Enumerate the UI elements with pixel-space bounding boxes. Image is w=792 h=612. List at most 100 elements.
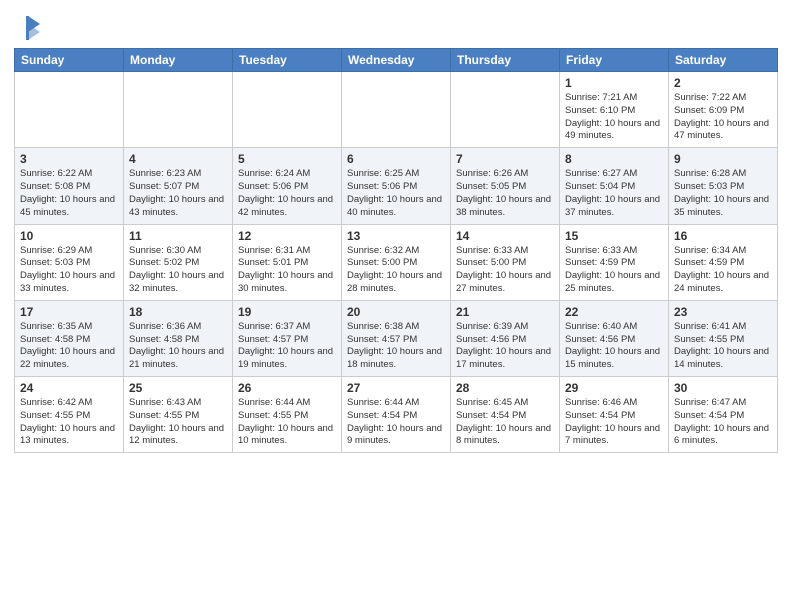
day-info: Sunrise: 6:45 AM Sunset: 4:54 PM Dayligh… — [456, 397, 554, 448]
day-number: 22 — [565, 305, 663, 319]
calendar-cell: 15 Sunrise: 6:33 AM Sunset: 4:59 PM Dayli… — [560, 224, 669, 300]
day-number: 29 — [565, 381, 663, 395]
calendar-week-row: 1 Sunrise: 7:21 AM Sunset: 6:10 PM Daylig… — [15, 72, 778, 148]
day-number: 5 — [238, 152, 336, 166]
day-info: Sunrise: 6:34 AM Sunset: 4:59 PM Dayligh… — [674, 245, 772, 296]
calendar-cell: 9 Sunrise: 6:28 AM Sunset: 5:03 PM Daylig… — [669, 148, 778, 224]
calendar-cell: 1 Sunrise: 7:21 AM Sunset: 6:10 PM Daylig… — [560, 72, 669, 148]
day-number: 13 — [347, 229, 445, 243]
day-number: 14 — [456, 229, 554, 243]
calendar-cell: 7 Sunrise: 6:26 AM Sunset: 5:05 PM Daylig… — [451, 148, 560, 224]
day-info: Sunrise: 6:39 AM Sunset: 4:56 PM Dayligh… — [456, 321, 554, 372]
day-number: 30 — [674, 381, 772, 395]
day-number: 20 — [347, 305, 445, 319]
calendar-cell: 23 Sunrise: 6:41 AM Sunset: 4:55 PM Dayli… — [669, 300, 778, 376]
calendar-cell: 13 Sunrise: 6:32 AM Sunset: 5:00 PM Dayli… — [342, 224, 451, 300]
calendar-cell: 21 Sunrise: 6:39 AM Sunset: 4:56 PM Dayli… — [451, 300, 560, 376]
calendar-cell: 11 Sunrise: 6:30 AM Sunset: 5:02 PM Dayli… — [124, 224, 233, 300]
day-number: 21 — [456, 305, 554, 319]
day-info: Sunrise: 6:44 AM Sunset: 4:55 PM Dayligh… — [238, 397, 336, 448]
calendar-cell — [15, 72, 124, 148]
day-info: Sunrise: 6:41 AM Sunset: 4:55 PM Dayligh… — [674, 321, 772, 372]
calendar-cell — [124, 72, 233, 148]
day-number: 10 — [20, 229, 118, 243]
day-number: 9 — [674, 152, 772, 166]
day-info: Sunrise: 6:30 AM Sunset: 5:02 PM Dayligh… — [129, 245, 227, 296]
calendar-cell: 5 Sunrise: 6:24 AM Sunset: 5:06 PM Daylig… — [233, 148, 342, 224]
day-number: 17 — [20, 305, 118, 319]
day-info: Sunrise: 6:33 AM Sunset: 5:00 PM Dayligh… — [456, 245, 554, 296]
calendar-cell: 22Sunrise: 6:40 AM Sunset: 4:56 PM Dayli… — [560, 300, 669, 376]
day-of-week-header: Sunday — [15, 49, 124, 72]
day-info: Sunrise: 6:38 AM Sunset: 4:57 PM Dayligh… — [347, 321, 445, 372]
day-number: 23 — [674, 305, 772, 319]
calendar-cell: 12Sunrise: 6:31 AM Sunset: 5:01 PM Dayli… — [233, 224, 342, 300]
day-of-week-header: Wednesday — [342, 49, 451, 72]
day-number: 24 — [20, 381, 118, 395]
day-info: Sunrise: 7:21 AM Sunset: 6:10 PM Dayligh… — [565, 92, 663, 143]
day-number: 15 — [565, 229, 663, 243]
calendar-cell: 3 Sunrise: 6:22 AM Sunset: 5:08 PM Daylig… — [15, 148, 124, 224]
calendar-header-row: SundayMondayTuesdayWednesdayThursdayFrid… — [15, 49, 778, 72]
day-number: 6 — [347, 152, 445, 166]
day-info: Sunrise: 6:47 AM Sunset: 4:54 PM Dayligh… — [674, 397, 772, 448]
day-number: 18 — [129, 305, 227, 319]
day-info: Sunrise: 6:27 AM Sunset: 5:04 PM Dayligh… — [565, 168, 663, 219]
day-number: 4 — [129, 152, 227, 166]
header — [14, 10, 778, 42]
day-info: Sunrise: 6:42 AM Sunset: 4:55 PM Dayligh… — [20, 397, 118, 448]
day-info: Sunrise: 6:29 AM Sunset: 5:03 PM Dayligh… — [20, 245, 118, 296]
day-info: Sunrise: 6:35 AM Sunset: 4:58 PM Dayligh… — [20, 321, 118, 372]
calendar-cell: 30 Sunrise: 6:47 AM Sunset: 4:54 PM Dayli… — [669, 377, 778, 453]
day-number: 1 — [565, 76, 663, 90]
day-info: Sunrise: 6:46 AM Sunset: 4:54 PM Dayligh… — [565, 397, 663, 448]
day-info: Sunrise: 7:22 AM Sunset: 6:09 PM Dayligh… — [674, 92, 772, 143]
day-info: Sunrise: 6:22 AM Sunset: 5:08 PM Dayligh… — [20, 168, 118, 219]
day-of-week-header: Monday — [124, 49, 233, 72]
day-number: 3 — [20, 152, 118, 166]
day-number: 11 — [129, 229, 227, 243]
calendar-cell: 28 Sunrise: 6:45 AM Sunset: 4:54 PM Dayli… — [451, 377, 560, 453]
calendar-week-row: 24 Sunrise: 6:42 AM Sunset: 4:55 PM Dayli… — [15, 377, 778, 453]
day-info: Sunrise: 6:32 AM Sunset: 5:00 PM Dayligh… — [347, 245, 445, 296]
day-of-week-header: Friday — [560, 49, 669, 72]
day-number: 16 — [674, 229, 772, 243]
calendar-cell: 6 Sunrise: 6:25 AM Sunset: 5:06 PM Daylig… — [342, 148, 451, 224]
calendar-cell: 18 Sunrise: 6:36 AM Sunset: 4:58 PM Dayli… — [124, 300, 233, 376]
calendar-cell: 2 Sunrise: 7:22 AM Sunset: 6:09 PM Daylig… — [669, 72, 778, 148]
calendar-week-row: 3 Sunrise: 6:22 AM Sunset: 5:08 PM Daylig… — [15, 148, 778, 224]
day-info: Sunrise: 6:23 AM Sunset: 5:07 PM Dayligh… — [129, 168, 227, 219]
day-info: Sunrise: 6:25 AM Sunset: 5:06 PM Dayligh… — [347, 168, 445, 219]
day-number: 7 — [456, 152, 554, 166]
day-of-week-header: Tuesday — [233, 49, 342, 72]
day-number: 8 — [565, 152, 663, 166]
day-info: Sunrise: 6:43 AM Sunset: 4:55 PM Dayligh… — [129, 397, 227, 448]
calendar-cell: 24 Sunrise: 6:42 AM Sunset: 4:55 PM Dayli… — [15, 377, 124, 453]
page: SundayMondayTuesdayWednesdayThursdayFrid… — [0, 0, 792, 612]
day-info: Sunrise: 6:24 AM Sunset: 5:06 PM Dayligh… — [238, 168, 336, 219]
day-number: 28 — [456, 381, 554, 395]
day-info: Sunrise: 6:28 AM Sunset: 5:03 PM Dayligh… — [674, 168, 772, 219]
day-info: Sunrise: 6:44 AM Sunset: 4:54 PM Dayligh… — [347, 397, 445, 448]
day-info: Sunrise: 6:36 AM Sunset: 4:58 PM Dayligh… — [129, 321, 227, 372]
calendar-cell — [233, 72, 342, 148]
calendar-cell: 16 Sunrise: 6:34 AM Sunset: 4:59 PM Dayli… — [669, 224, 778, 300]
calendar-cell — [451, 72, 560, 148]
calendar-week-row: 17 Sunrise: 6:35 AM Sunset: 4:58 PM Dayli… — [15, 300, 778, 376]
day-number: 27 — [347, 381, 445, 395]
calendar-cell: 20 Sunrise: 6:38 AM Sunset: 4:57 PM Dayli… — [342, 300, 451, 376]
day-info: Sunrise: 6:33 AM Sunset: 4:59 PM Dayligh… — [565, 245, 663, 296]
day-number: 26 — [238, 381, 336, 395]
day-info: Sunrise: 6:26 AM Sunset: 5:05 PM Dayligh… — [456, 168, 554, 219]
day-info: Sunrise: 6:31 AM Sunset: 5:01 PM Dayligh… — [238, 245, 336, 296]
day-number: 19 — [238, 305, 336, 319]
day-number: 2 — [674, 76, 772, 90]
calendar-cell — [342, 72, 451, 148]
day-of-week-header: Thursday — [451, 49, 560, 72]
day-of-week-header: Saturday — [669, 49, 778, 72]
calendar-cell: 27 Sunrise: 6:44 AM Sunset: 4:54 PM Dayli… — [342, 377, 451, 453]
calendar-cell: 8 Sunrise: 6:27 AM Sunset: 5:04 PM Daylig… — [560, 148, 669, 224]
day-number: 25 — [129, 381, 227, 395]
calendar-cell: 25 Sunrise: 6:43 AM Sunset: 4:55 PM Dayli… — [124, 377, 233, 453]
calendar-cell: 29 Sunrise: 6:46 AM Sunset: 4:54 PM Dayli… — [560, 377, 669, 453]
